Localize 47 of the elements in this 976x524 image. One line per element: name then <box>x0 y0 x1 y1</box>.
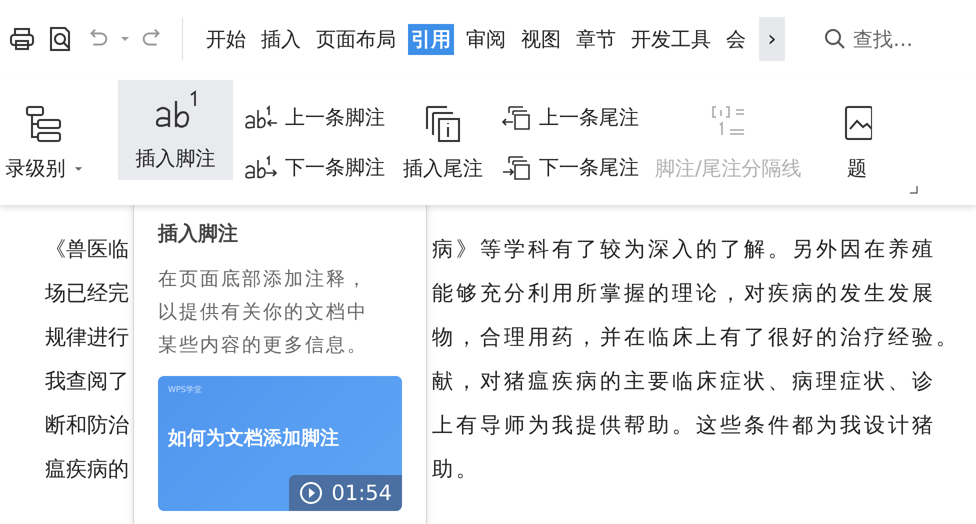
document-text: 断和防治 <box>45 412 129 439</box>
tab[interactable]: 章节 <box>573 24 619 54</box>
tab[interactable]: 视图 <box>518 24 564 54</box>
footnote-nav-icon <box>243 104 279 132</box>
tooltip-title: 插入脚注 <box>158 220 239 247</box>
document-text: 献，对猪瘟疾病的主要临床症状、病理症状、诊 <box>432 368 936 395</box>
ribbon-button[interactable]: 插入脚注 <box>118 80 233 180</box>
tab[interactable]: 审阅 <box>463 24 509 54</box>
document-text: 病》等学科有了较为深入的了解。另外因在养殖 <box>432 236 936 263</box>
dialog-launcher-icon[interactable] <box>910 186 918 194</box>
heading-levels-icon <box>24 103 64 143</box>
search-icon[interactable] <box>823 27 847 51</box>
tab[interactable]: 页面布局 <box>313 24 399 54</box>
ribbon-button[interactable]: 题 <box>842 80 872 205</box>
document-text: 我查阅了 <box>45 368 129 395</box>
video-brand: WPS学堂 <box>168 384 203 395</box>
document-text: 规律进行 <box>45 324 129 351</box>
document-text: 《兽医临 <box>45 236 129 263</box>
document-text: 能够充分利用所掌握的理论，对疾病的发生发展 <box>432 280 936 307</box>
ribbon-small-button[interactable]: 上一条尾注 <box>501 104 639 132</box>
tooltip-description: 在页面底部添加注释，以提供有关你的文档中某些内容的更多信息。 <box>158 267 369 358</box>
tab[interactable]: 插入 <box>258 24 304 54</box>
tab[interactable]: 开始 <box>203 24 249 54</box>
endnote-icon <box>423 103 463 143</box>
ribbon-small-button[interactable]: 下一条脚注 <box>243 154 385 182</box>
search-field[interactable]: 查找… <box>853 27 919 51</box>
endnote-nav-icon <box>501 104 533 132</box>
tab[interactable]: 开发工具 <box>628 24 714 54</box>
document-text: 场已经完 <box>45 280 129 307</box>
video-title: 如何为文档添加脚注 <box>168 426 340 451</box>
document-text: 瘟疾病的 <box>45 456 129 483</box>
ribbon-button[interactable]: 插入尾注 <box>395 80 491 205</box>
ribbon-small-button[interactable]: 下一条尾注 <box>501 154 639 182</box>
document-text: 物，合理用药，并在临床上有了很好的治疗经验。 <box>432 324 960 351</box>
tab[interactable]: 会 <box>723 24 749 54</box>
print-icon[interactable] <box>8 25 36 53</box>
video-thumbnail[interactable]: WPS学堂 如何为文档添加脚注 01:54 <box>158 376 402 511</box>
footnote-nav-icon <box>243 154 279 182</box>
scroll-right-button[interactable]: › <box>759 17 785 61</box>
document-text: 助。 <box>432 456 480 483</box>
caret-icon[interactable] <box>120 36 130 42</box>
play-icon <box>299 481 324 505</box>
ribbon-small-button[interactable]: 上一条脚注 <box>243 104 385 132</box>
document-text: 上有导师为我提供帮助。这些条件都为我设计猪 <box>432 412 936 439</box>
ribbon-button[interactable]: 录级别 <box>0 80 96 205</box>
endnote-nav-icon <box>501 154 533 182</box>
play-duration-badge[interactable]: 01:54 <box>289 475 402 511</box>
